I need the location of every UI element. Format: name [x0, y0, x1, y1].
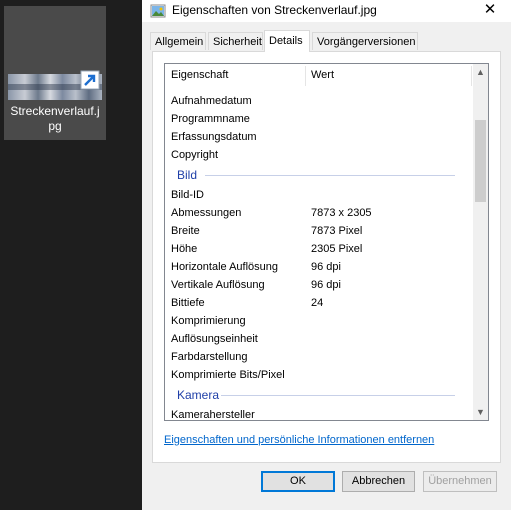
list-item[interactable]: Erfassungsdatum [165, 128, 475, 146]
property-name: Horizontale Auflösung [171, 261, 279, 273]
cancel-button[interactable]: Abbrechen [342, 471, 415, 492]
details-panel: Eigenschaft Wert Aufnahmedatum Programmn… [152, 51, 501, 463]
desktop-file-streckenverlauf[interactable]: Streckenverlauf.j pg [4, 6, 106, 140]
property-value: 24 [311, 297, 324, 309]
property-value: 96 dpi [311, 279, 341, 291]
group-label: Kamera [177, 388, 220, 402]
vertical-scrollbar[interactable]: ▲ ▼ [473, 64, 488, 420]
dialog-title: Eigenschaften von Streckenverlauf.jpg [172, 3, 377, 17]
list-item[interactable]: Komprimierung [165, 312, 475, 330]
properties-dialog: Eigenschaften von Streckenverlauf.jpg ✕ … [142, 0, 511, 510]
ok-button[interactable]: OK [261, 471, 335, 492]
property-list[interactable]: Eigenschaft Wert Aufnahmedatum Programmn… [164, 63, 489, 421]
list-item[interactable]: Programmname [165, 110, 475, 128]
property-value: 2305 Pixel [311, 243, 363, 255]
list-item[interactable]: Bittiefe 24 [165, 294, 475, 312]
property-name: Vertikale Auflösung [171, 279, 265, 291]
property-name: Komprimierte Bits/Pixel [171, 369, 285, 381]
close-icon[interactable]: ✕ [475, 0, 505, 20]
list-item[interactable]: Abmessungen 7873 x 2305 [165, 204, 475, 222]
property-name: Farbdarstellung [171, 351, 248, 363]
list-item[interactable]: Höhe 2305 Pixel [165, 240, 475, 258]
property-name: Aufnahmedatum [171, 95, 252, 107]
property-rows: Aufnahmedatum Programmname Erfassungsdat… [165, 92, 475, 421]
property-name: Breite [171, 225, 200, 237]
property-name: Höhe [171, 243, 198, 255]
list-item[interactable]: Kamerahersteller [165, 406, 475, 421]
group-heading-kamera: Kamera [165, 384, 475, 406]
property-name: Auflösungseinheit [171, 333, 258, 345]
list-item[interactable]: Horizontale Auflösung 96 dpi [165, 258, 475, 276]
property-value: 96 dpi [311, 261, 341, 273]
property-name: Bittiefe [171, 297, 205, 309]
desktop-file-label: Streckenverlauf.j pg [4, 104, 106, 134]
property-value: 7873 Pixel [311, 225, 363, 237]
list-item[interactable]: Farbdarstellung [165, 348, 475, 366]
column-separator[interactable] [471, 66, 472, 86]
file-label-line2: pg [48, 119, 62, 133]
column-header-property[interactable]: Eigenschaft [171, 69, 228, 81]
scroll-up-icon[interactable]: ▲ [473, 64, 488, 80]
tab-details[interactable]: Details [264, 30, 310, 52]
list-item[interactable]: Aufnahmedatum [165, 92, 475, 110]
property-name: Bild-ID [171, 189, 205, 201]
list-item[interactable]: Komprimierte Bits/Pixel [165, 366, 475, 384]
scroll-down-icon[interactable]: ▼ [473, 404, 488, 420]
property-value: 7873 x 2305 [311, 207, 372, 219]
group-label: Bild [177, 168, 198, 182]
apply-button[interactable]: Übernehmen [423, 471, 497, 492]
property-name: Erfassungsdatum [171, 131, 257, 143]
title-bar[interactable]: Eigenschaften von Streckenverlauf.jpg ✕ [142, 0, 511, 22]
list-item[interactable]: Bild-ID [165, 186, 475, 204]
property-name: Copyright [171, 149, 219, 161]
property-name: Programmname [171, 113, 250, 125]
list-header: Eigenschaft Wert [165, 64, 475, 88]
tab-sicherheit[interactable]: Sicherheit [208, 32, 263, 50]
list-item[interactable]: Copyright [165, 146, 475, 164]
column-separator[interactable] [305, 66, 306, 86]
property-name: Abmessungen [171, 207, 242, 219]
tab-allgemein[interactable]: Allgemein [150, 32, 206, 50]
image-file-icon [150, 4, 166, 18]
remove-properties-link[interactable]: Eigenschaften und persönliche Informatio… [164, 434, 434, 446]
column-header-value[interactable]: Wert [311, 69, 334, 81]
group-heading-bild: Bild [165, 164, 475, 186]
property-name: Komprimierung [171, 315, 246, 327]
shortcut-arrow-icon [80, 70, 100, 90]
list-item[interactable]: Vertikale Auflösung 96 dpi [165, 276, 475, 294]
file-label-line1: Streckenverlauf.j [10, 104, 100, 118]
scrollbar-thumb[interactable] [475, 120, 486, 202]
tab-vorgaengerversionen[interactable]: Vorgängerversionen [312, 32, 418, 50]
property-name: Kamerahersteller [171, 409, 255, 421]
list-item[interactable]: Breite 7873 Pixel [165, 222, 475, 240]
list-item[interactable]: Auflösungseinheit [165, 330, 475, 348]
